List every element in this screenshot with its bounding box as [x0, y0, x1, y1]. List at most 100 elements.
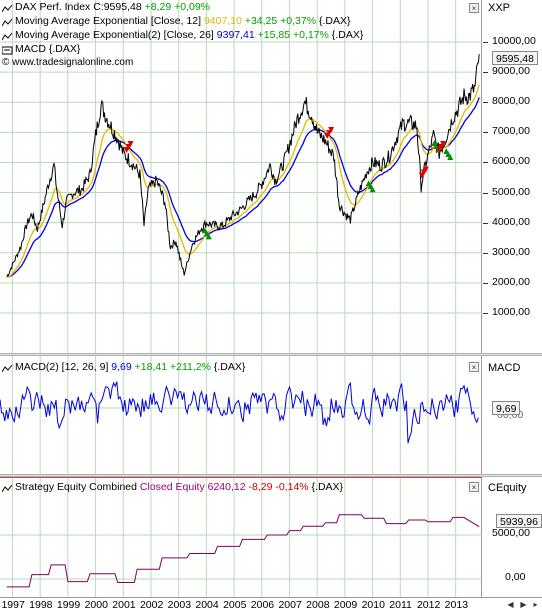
scroll-right-icon[interactable]: ▶	[518, 599, 529, 610]
legend-part: MACD {.DAX}	[15, 43, 81, 55]
y-tick	[483, 222, 488, 224]
legend-part: {.DAX}	[316, 15, 351, 27]
x-tick-label-2009: 2009	[333, 599, 358, 611]
macd-pane: MACD(2) [12, 26, 9] 9,69 +18,41 +211,2% …	[0, 356, 542, 474]
macd-legend[interactable]: MACD(2) [12, 26, 9] 9,69 +18,41 +211,2% …	[1, 360, 245, 374]
price-line	[6, 54, 480, 278]
legend-part: -8,29 -0,14%	[245, 481, 309, 493]
legend-part: Moving Average Exponential(2) [Close, 26…	[15, 29, 217, 41]
legend-part: MACD(2) [12, 26, 9]	[15, 361, 112, 373]
legend-part: Closed Equity	[139, 481, 205, 493]
equity-pane-close-icon[interactable]: ×	[469, 482, 479, 492]
y-tick	[483, 162, 488, 164]
legend-part: Strategy Equity Combined	[15, 481, 140, 493]
x-tick-label-1997: 1997	[1, 599, 25, 611]
legend-part: +8,29	[141, 1, 172, 13]
legend-part: 9,69	[111, 361, 132, 373]
watermark: © www.tradesignalonline.com	[2, 56, 363, 70]
price-y-label: 1000,00	[492, 306, 530, 318]
price-pane: DAX Perf. Index C:9595,48 +8,29 +0,09% M…	[0, 0, 542, 353]
equity-y-label-0: 0,00	[505, 571, 526, 583]
line-series-icon	[1, 483, 13, 492]
x-tick-label-2008: 2008	[306, 599, 330, 611]
price-y-label: 5000,00	[492, 185, 530, 198]
x-tick-label-1999: 1999	[56, 599, 81, 611]
price-last-value: 9595,48	[492, 51, 538, 65]
legend-part: +0,09%	[171, 1, 210, 13]
price-y-label: 8000,00	[492, 95, 530, 108]
legend-text-ema12: Moving Average Exponential [Close, 12] 9…	[15, 14, 351, 28]
y-tick	[483, 282, 488, 284]
legend-part: 9407,10	[203, 15, 242, 27]
legend-part: 9397,41	[216, 29, 255, 41]
price-pane-tag: XXP	[488, 2, 511, 14]
equity-legend[interactable]: Strategy Equity Combined Closed Equity 6…	[1, 480, 343, 494]
y-tick	[483, 72, 488, 74]
legend-part: {.DAX}	[328, 29, 364, 41]
ema26-line	[6, 97, 480, 278]
legend-text-equity: Strategy Equity Combined Closed Equity 6…	[15, 480, 343, 494]
legend-part: +18,41 +211,2%	[131, 361, 211, 373]
legend-row-macd[interactable]: MACD {.DAX}	[1, 42, 363, 56]
x-tick-label-1998: 1998	[29, 599, 53, 611]
x-tick-label-2013: 2013	[444, 599, 469, 611]
legend-row-ema12[interactable]: Moving Average Exponential [Close, 12] 9…	[1, 14, 363, 28]
equity-chart	[0, 478, 482, 598]
ema12-line	[6, 84, 480, 278]
macd-pane-close-icon[interactable]: ×	[469, 362, 479, 372]
equity-plot-area[interactable]	[0, 477, 482, 598]
price-y-label: 6000,00	[492, 155, 530, 168]
macd-line	[0, 381, 479, 444]
legend-text-ema26: Moving Average Exponential(2) [Close, 26…	[15, 28, 363, 42]
watermark-text: © www.tradesignalonline.com	[2, 57, 134, 68]
legend-part: Moving Average Exponential [Close, 12]	[15, 15, 204, 27]
zoom-icon[interactable]: ▸	[530, 599, 541, 610]
equity-pane: Strategy Equity Combined Closed Equity 6…	[0, 477, 542, 598]
y-tick	[483, 132, 488, 134]
price-y-label: 9000,00	[492, 65, 530, 78]
closed-equity-line	[6, 514, 480, 588]
price-y-label: 4000,00	[492, 215, 530, 228]
price-pane-close-icon[interactable]: ×	[469, 3, 479, 13]
legend-row-ema26[interactable]: Moving Average Exponential(2) [Close, 26…	[1, 28, 363, 42]
line-series-icon	[1, 17, 13, 26]
x-tick-label-2002: 2002	[139, 599, 164, 611]
legend-row-dax[interactable]: DAX Perf. Index C:9595,48 +8,29 +0,09%	[1, 0, 363, 14]
y-tick	[483, 102, 488, 104]
x-tick-label-2011: 2011	[389, 599, 412, 611]
y-tick	[483, 252, 488, 254]
legend-part: 6240,12	[204, 481, 246, 493]
macd-last-value: 9,69	[492, 401, 521, 415]
x-tick-label-2004: 2004	[195, 599, 219, 611]
macd-pane-tag: MACD	[488, 362, 521, 374]
price-legend: DAX Perf. Index C:9595,48 +8,29 +0,09% M…	[1, 0, 363, 70]
y-tick	[483, 42, 488, 43]
equity-last-value: 5939,96	[496, 514, 542, 528]
x-tick-label-2010: 2010	[361, 599, 385, 611]
line-series-icon	[1, 363, 13, 372]
legend-part: +15,85 +0,17%	[254, 29, 329, 41]
price-y-label: 3000,00	[492, 245, 530, 258]
x-tick-label-2006: 2006	[250, 599, 275, 611]
y-tick	[483, 192, 488, 194]
legend-part: C:9595,48	[93, 1, 142, 13]
strategy-icon	[1, 45, 13, 54]
legend-text-macd2: MACD(2) [12, 26, 9] 9,69 +18,41 +211,2% …	[15, 360, 245, 374]
x-tick-label-2005: 2005	[223, 599, 247, 611]
x-tick-label-2012: 2012	[416, 599, 441, 611]
legend-text-macd: MACD {.DAX}	[15, 42, 80, 56]
x-tick-label-2003: 2003	[167, 599, 192, 611]
line-series-icon	[1, 31, 13, 40]
legend-part: {.DAX}	[308, 481, 344, 493]
x-tick-label-2007: 2007	[278, 599, 302, 611]
legend-part: DAX Perf. Index	[15, 1, 94, 13]
scroll-left-icon[interactable]: ◀	[505, 599, 516, 610]
price-y-label: 2000,00	[492, 275, 530, 288]
legend-part: {.DAX}	[210, 361, 246, 373]
price-y-label: 10000,00	[492, 35, 536, 47]
x-tick-label-2000: 2000	[84, 599, 108, 611]
line-series-icon	[1, 3, 13, 12]
legend-text-dax: DAX Perf. Index C:9595,48 +8,29 +0,09%	[15, 0, 210, 14]
time-axis[interactable]: 1997 1998 1999 2000 2001 2002 2003 2004 2005 2006…	[0, 597, 542, 613]
equity-pane-tag: CEquity	[488, 482, 527, 494]
